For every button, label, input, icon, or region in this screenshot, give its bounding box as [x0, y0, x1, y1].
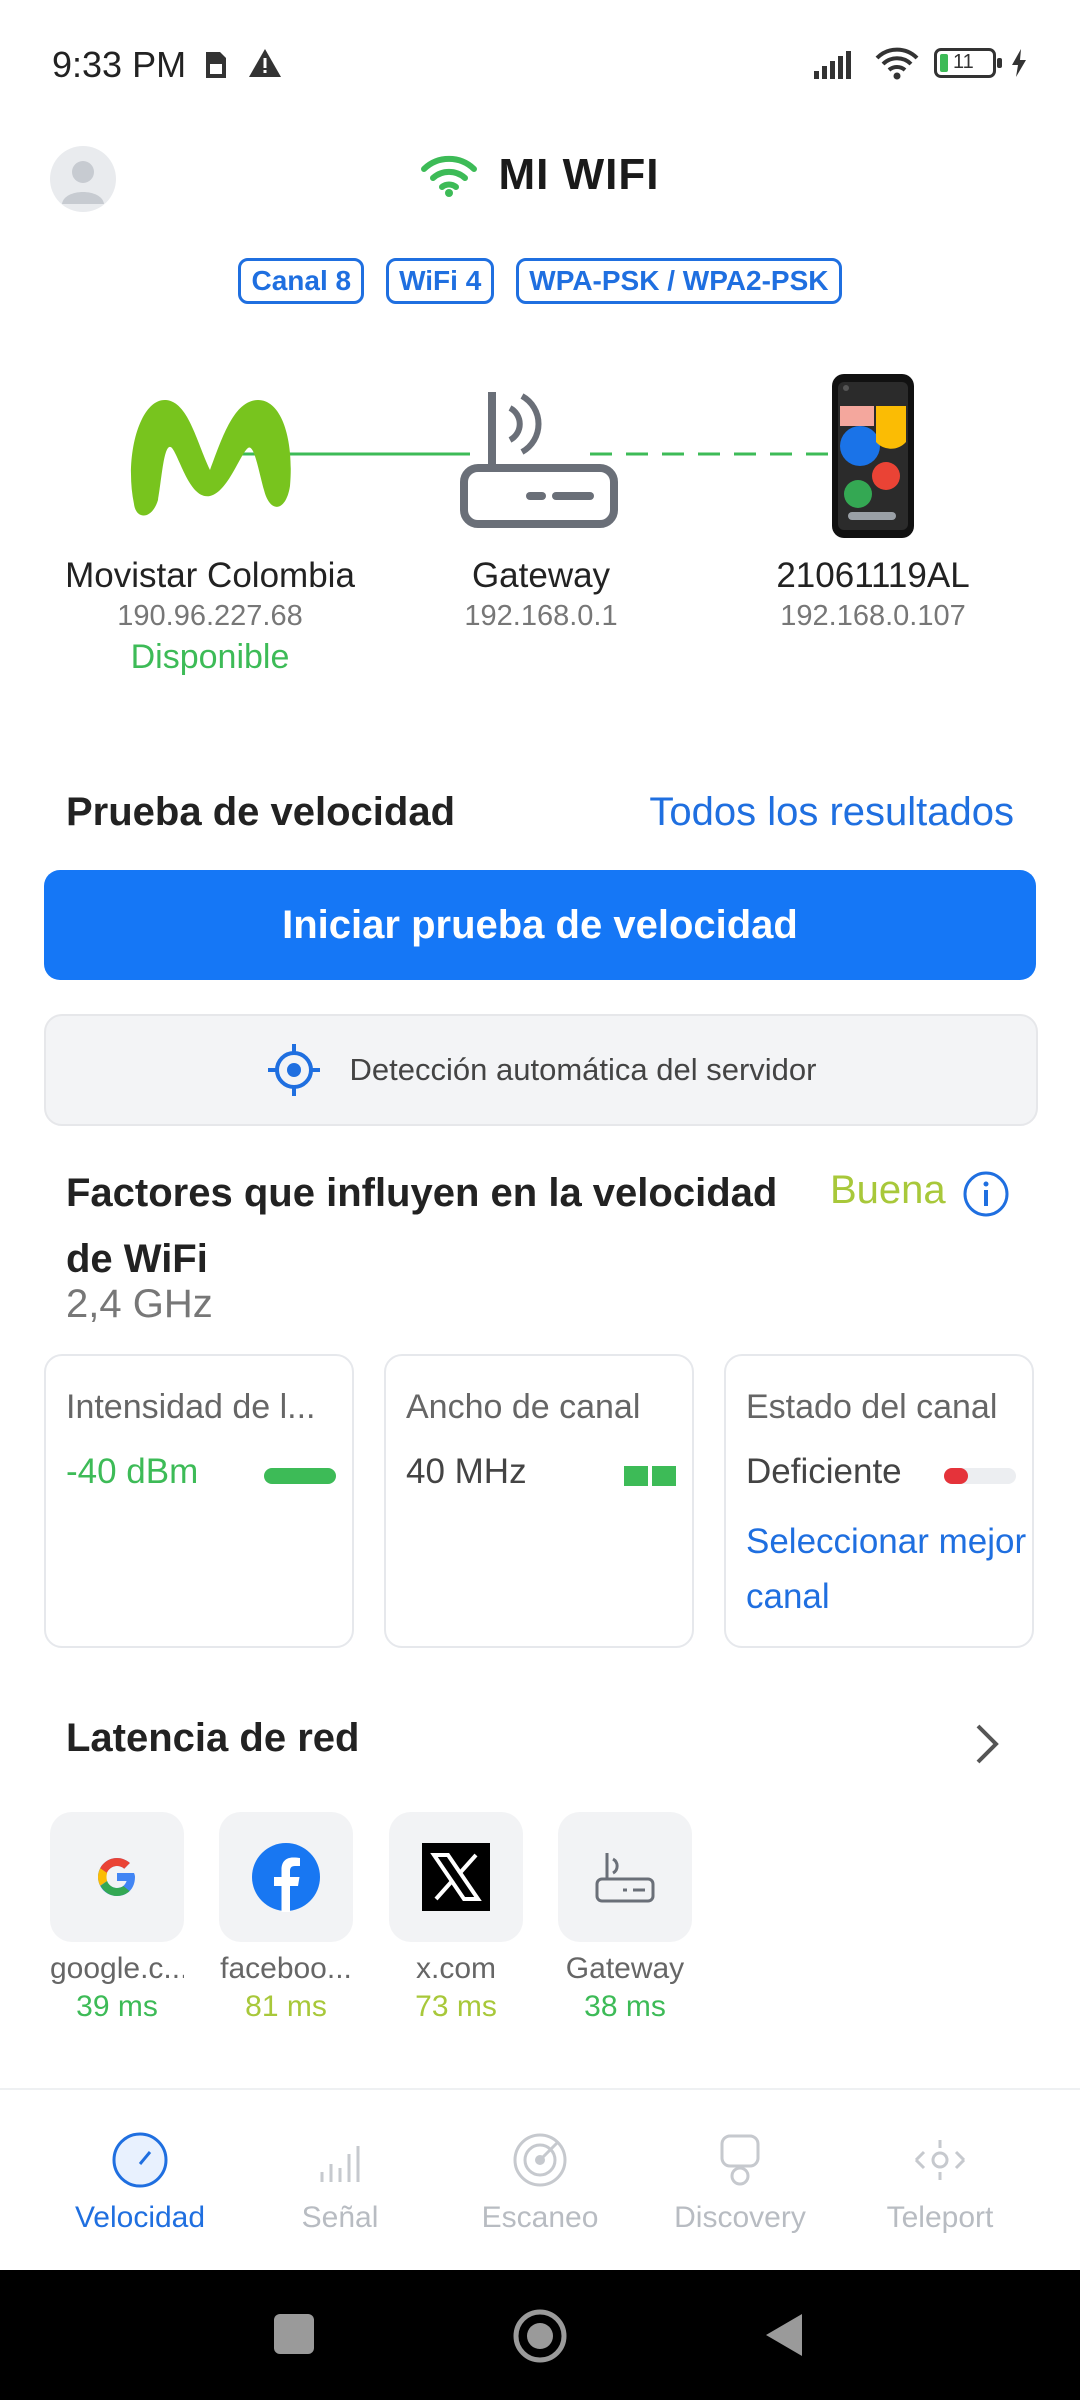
nav-label: Señal: [301, 2201, 379, 2234]
charging-icon: [1012, 49, 1026, 77]
wifi-standard-badge: WiFi 4: [386, 258, 495, 304]
factors-title: Factores que influyen en la velocidad de…: [66, 1171, 778, 1281]
system-nav-bar: [0, 2270, 1080, 2400]
nav-teleport[interactable]: Teleport: [840, 2130, 1040, 2235]
warning-icon: [248, 48, 282, 83]
latency-ms: 81 ms: [245, 1990, 327, 2023]
nav-label: Discovery: [674, 2201, 806, 2234]
channel-status-card[interactable]: Estado del canal Deficiente Seleccionar …: [724, 1354, 1034, 1648]
signal-strength-value: -40 dBm: [66, 1452, 199, 1491]
signal-strength-card[interactable]: Intensidad de l... -40 dBm: [44, 1354, 354, 1648]
chevron-right-icon[interactable]: [970, 1722, 1004, 1771]
radar-icon: [513, 2133, 567, 2187]
wifi-band: 2,4 GHz: [66, 1282, 213, 1326]
channel-width-heading: Ancho de canal: [406, 1388, 641, 1426]
google-icon: [98, 1858, 135, 1896]
latency-item-x[interactable]: x.com 73 ms: [389, 1812, 523, 2024]
wifi-status-icon: [875, 47, 919, 80]
nav-velocidad[interactable]: Velocidad: [40, 2130, 240, 2235]
back-button[interactable]: [760, 2310, 806, 2365]
nav-escaneo[interactable]: Escaneo: [440, 2130, 640, 2235]
wifi-icon: [420, 155, 477, 197]
all-results-link[interactable]: Todos los resultados: [649, 790, 1014, 835]
page-title: MI WIFI: [498, 150, 660, 199]
latency-item-gateway[interactable]: Gateway 38 ms: [558, 1812, 692, 2024]
channel-badge: Canal 8: [238, 258, 365, 304]
recent-apps-button[interactable]: [274, 2314, 314, 2354]
speed-test-title: Prueba de velocidad: [66, 790, 456, 834]
isp-name: Movistar Colombia: [65, 556, 355, 595]
battery-level: 11: [953, 51, 974, 73]
teleport-icon: [914, 2140, 966, 2180]
info-icon[interactable]: [962, 1170, 1010, 1223]
nav-label: Velocidad: [74, 2201, 206, 2234]
channel-status-bar: [944, 1468, 1016, 1484]
movistar-logo: [118, 388, 300, 529]
channel-status-value: Deficiente: [746, 1452, 902, 1491]
nav-label: Teleport: [886, 2201, 994, 2234]
nav-discovery[interactable]: Discovery: [640, 2130, 840, 2235]
speedometer-icon: [112, 2132, 168, 2188]
channel-width-card[interactable]: Ancho de canal 40 MHz: [384, 1354, 694, 1648]
battery-icon: 11: [934, 48, 1002, 78]
sim-icon: [204, 50, 228, 85]
latency-ms: 73 ms: [415, 1990, 497, 2023]
server-label: Detección automática del servidor: [349, 1052, 817, 1087]
router-icon: [460, 386, 620, 533]
home-button[interactable]: [512, 2308, 568, 2369]
security-badge: WPA-PSK / WPA2-PSK: [516, 258, 842, 304]
signal-icon: [814, 51, 851, 79]
latency-name: faceboo...: [220, 1952, 352, 1985]
latency-item-facebook[interactable]: faceboo... 81 ms: [219, 1812, 353, 2024]
isp-status: Disponible: [130, 638, 290, 676]
phone-icon: [830, 372, 916, 545]
channel-status-heading: Estado del canal: [746, 1388, 998, 1426]
device-ip: 192.168.0.107: [780, 600, 966, 632]
gateway-name: Gateway: [471, 556, 611, 595]
gateway-ip: 192.168.0.1: [464, 600, 618, 632]
status-time: 9:33 PM: [52, 44, 187, 85]
latency-name: x.com: [415, 1952, 496, 1985]
bottom-nav: Velocidad Señal Escaneo Discovery Telepo…: [0, 2088, 1080, 2272]
latency-name: google.c...: [50, 1952, 184, 1985]
latency-name: Gateway: [565, 1952, 685, 1985]
nav-label: Escaneo: [481, 2201, 599, 2234]
server-selector[interactable]: Detección automática del servidor: [44, 1014, 1038, 1126]
isp-ip: 190.96.227.68: [117, 600, 303, 632]
channel-width-bar-1: [624, 1466, 648, 1486]
channel-width-value: 40 MHz: [406, 1452, 527, 1491]
start-speed-test-button[interactable]: Iniciar prueba de velocidad: [44, 870, 1036, 980]
router-small-icon: [595, 1853, 655, 1903]
nav-senal[interactable]: Señal: [240, 2130, 440, 2235]
latency-ms: 39 ms: [76, 1990, 158, 2023]
x-icon: [422, 1843, 490, 1911]
latency-ms: 38 ms: [584, 1990, 666, 2023]
latency-title: Latencia de red: [66, 1716, 360, 1760]
discovery-icon: [720, 2134, 760, 2186]
device-name: 21061119AL: [776, 556, 970, 595]
latency-item-google[interactable]: google.c... 39 ms: [50, 1812, 184, 2024]
signal-strength-bar: [264, 1468, 336, 1484]
channel-width-bar-2: [652, 1466, 676, 1486]
locate-icon: [267, 1044, 320, 1096]
select-best-channel-link[interactable]: Seleccionar mejor canal: [746, 1514, 1032, 1624]
facebook-icon: [252, 1843, 320, 1912]
signal-bars-icon: [320, 2146, 360, 2182]
factors-status: Buena: [830, 1168, 946, 1212]
signal-strength-heading: Intensidad de l...: [66, 1388, 316, 1426]
